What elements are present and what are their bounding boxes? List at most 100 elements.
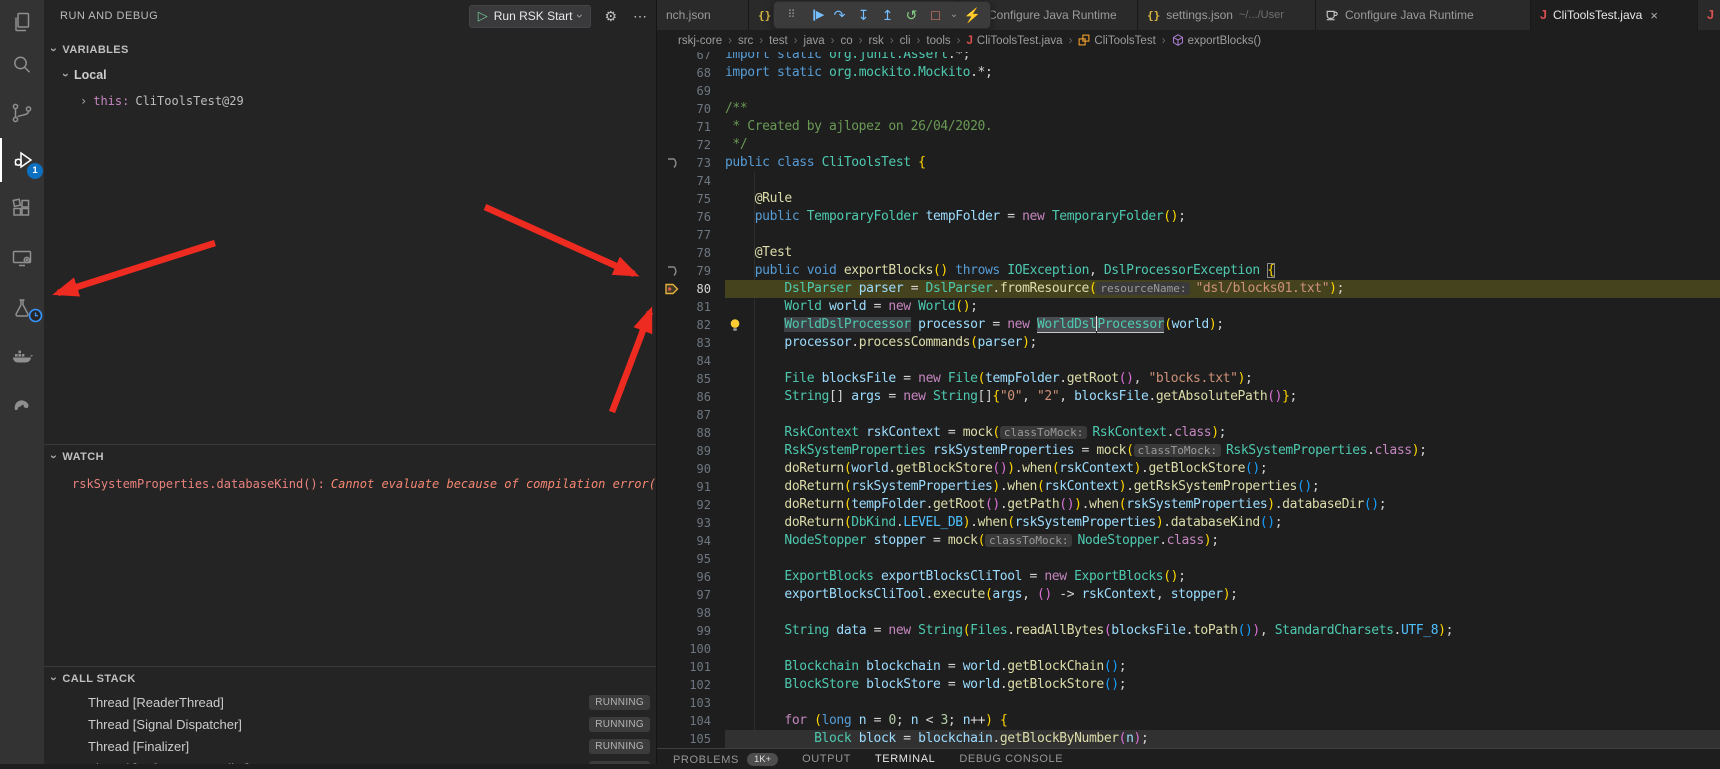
breadcrumb-item-test[interactable]: test (769, 35, 788, 47)
breakpoint-gutter[interactable] (657, 136, 687, 154)
watch-section-header[interactable]: › WATCH (44, 447, 656, 467)
breakpoint-gutter[interactable] (657, 424, 687, 442)
gear-icon[interactable]: ⚙ (601, 8, 620, 25)
source-control-icon[interactable] (0, 91, 44, 135)
breakpoint-gutter[interactable] (657, 586, 687, 604)
call-stack-section-header[interactable]: › CALL STACK (44, 669, 656, 689)
stop-dropdown-icon[interactable]: ⌄ (948, 3, 960, 27)
breakpoint-gutter[interactable] (657, 676, 687, 694)
breakpoint-gutter[interactable] (657, 658, 687, 676)
call-stack-thread-2[interactable]: Thread [Finalizer]RUNNING (44, 735, 656, 757)
breakpoint-gutter[interactable] (657, 730, 687, 748)
chevron-down-icon: › (47, 48, 61, 52)
code-line-104: 104 for (long n = 0; n < 3; n++) { (657, 712, 1720, 730)
remote-explorer-icon[interactable] (0, 236, 44, 280)
tab-settings.json-3[interactable]: {}settings.json~/.../User (1138, 0, 1316, 30)
tab-Configure Java Runtime-4[interactable]: Configure Java Runtime (1316, 0, 1531, 30)
breadcrumb-item-rskj-core[interactable]: rskj-core (678, 35, 722, 47)
breakpoint-gutter[interactable] (657, 388, 687, 406)
breakpoint-gutter[interactable] (657, 694, 687, 712)
breakpoint-gutter[interactable] (657, 478, 687, 496)
breakpoint-gutter[interactable] (657, 172, 687, 190)
breakpoint-gutter[interactable] (657, 370, 687, 388)
breadcrumb-item-src[interactable]: src (738, 35, 753, 47)
breakpoint-gutter[interactable] (657, 334, 687, 352)
breakpoint-gutter[interactable] (657, 190, 687, 208)
breakpoint-gutter[interactable] (657, 640, 687, 658)
line-number: 101 (687, 658, 711, 676)
breadcrumb-item-java[interactable]: java (804, 35, 825, 47)
close-icon[interactable]: × (1650, 8, 1658, 23)
breakpoint-gutter[interactable] (657, 100, 687, 118)
tab-CliToolsTest.java-5[interactable]: JCliToolsTest.java× (1531, 0, 1698, 30)
breakpoint-gutter[interactable] (657, 604, 687, 622)
more-actions-icon[interactable]: ⋯ (630, 8, 650, 25)
testing-icon[interactable] (0, 286, 44, 330)
method-symbol-icon (1172, 34, 1184, 49)
docker-icon[interactable] (0, 334, 44, 378)
panel-tab-OUTPUT[interactable]: OUTPUT (802, 753, 851, 765)
panel-tab-PROBLEMS[interactable]: PROBLEMS1K+ (673, 753, 778, 766)
step-out-icon[interactable]: ↥ (876, 3, 899, 27)
breakpoint-gutter[interactable] (657, 532, 687, 550)
breakpoint-gutter[interactable] (657, 406, 687, 424)
breakpoint-gutter[interactable] (657, 442, 687, 460)
breadcrumb-item-rsk[interactable]: rsk (868, 35, 883, 47)
breadcrumb-item-cli[interactable]: cli (900, 35, 911, 47)
configure-runtime-icon (1325, 7, 1339, 24)
line-number: 105 (687, 730, 711, 748)
execution-pointer-icon[interactable] (657, 280, 687, 298)
breakpoint-gutter[interactable] (657, 208, 687, 226)
call-stack-thread-0[interactable]: Thread [ReaderThread]RUNNING (44, 691, 656, 713)
variable-this[interactable]: › this: CliToolsTest@29 (80, 90, 244, 112)
call-stack-thread-1[interactable]: Thread [Signal Dispatcher]RUNNING (44, 713, 656, 735)
breakpoint-gutter[interactable] (657, 550, 687, 568)
tab-partial-6[interactable]: J (1698, 0, 1720, 30)
breadcrumb-item-co[interactable]: co (840, 35, 852, 47)
breadcrumb-label: exportBlocks() (1188, 35, 1262, 47)
panel-tab-TERMINAL[interactable]: TERMINAL (875, 753, 935, 765)
breakpoint-gutter[interactable] (657, 622, 687, 640)
continue-icon[interactable]: ❙▶ (804, 3, 827, 27)
breakpoint-gutter[interactable] (657, 118, 687, 136)
run-and-debug-icon[interactable]: 1 (0, 138, 46, 182)
variables-scope-local[interactable]: › Local (64, 64, 107, 86)
breakpoint-gutter[interactable] (657, 226, 687, 244)
search-icon[interactable] (0, 43, 44, 87)
breakpoint-gutter[interactable] (657, 712, 687, 730)
code-line-76: 76 public TemporaryFolder tempFolder = n… (657, 208, 1720, 226)
line-number: 85 (687, 370, 711, 388)
breakpoint-gutter[interactable] (657, 64, 687, 82)
tab-nch.json-0[interactable]: nch.json (657, 0, 749, 30)
breadcrumb-item-CliToolsTest[interactable]: CliToolsTest (1078, 34, 1155, 49)
breakpoint-gutter[interactable] (657, 244, 687, 262)
hot-code-replace-icon[interactable]: ⚡ (961, 3, 984, 27)
gradle-icon[interactable] (0, 382, 44, 426)
breakpoint-gutter[interactable] (657, 352, 687, 370)
breadcrumb-item-CliToolsTest.java[interactable]: JCliToolsTest.java (967, 35, 1063, 47)
breakpoint-gutter[interactable] (657, 298, 687, 316)
fold-icon[interactable] (657, 154, 687, 172)
breakpoint-gutter[interactable] (657, 460, 687, 478)
explorer-icon[interactable] (0, 0, 44, 44)
run-config-button[interactable]: ▷ Run RSK Start › (469, 5, 592, 28)
breakpoint-gutter[interactable] (657, 52, 687, 64)
breakpoint-gutter[interactable] (657, 514, 687, 532)
breadcrumb-item-exportBlocks()[interactable]: exportBlocks() (1172, 34, 1262, 49)
code-text: BlockStore blockStore = world.getBlockSt… (725, 676, 1720, 694)
variables-section-header[interactable]: › VARIABLES (44, 40, 656, 60)
panel-tab-DEBUG CONSOLE[interactable]: DEBUG CONSOLE (959, 753, 1063, 765)
call-stack-thread-3[interactable]: Thread [Reference Handler]RUNNING (44, 757, 656, 764)
extensions-icon[interactable] (0, 186, 44, 230)
watch-expression-row[interactable]: rskSystemProperties.databaseKind(): Cann… (72, 473, 656, 495)
breakpoint-gutter[interactable] (657, 316, 687, 334)
step-into-icon[interactable]: ↧ (852, 3, 875, 27)
breakpoint-gutter[interactable] (657, 82, 687, 100)
breadcrumb-item-tools[interactable]: tools (926, 35, 950, 47)
fold-icon[interactable] (657, 262, 687, 280)
restart-icon[interactable]: ↺ (900, 3, 923, 27)
step-over-icon[interactable]: ↷ (828, 3, 851, 27)
stop-icon[interactable]: □ (924, 3, 947, 27)
breakpoint-gutter[interactable] (657, 568, 687, 586)
breakpoint-gutter[interactable] (657, 496, 687, 514)
